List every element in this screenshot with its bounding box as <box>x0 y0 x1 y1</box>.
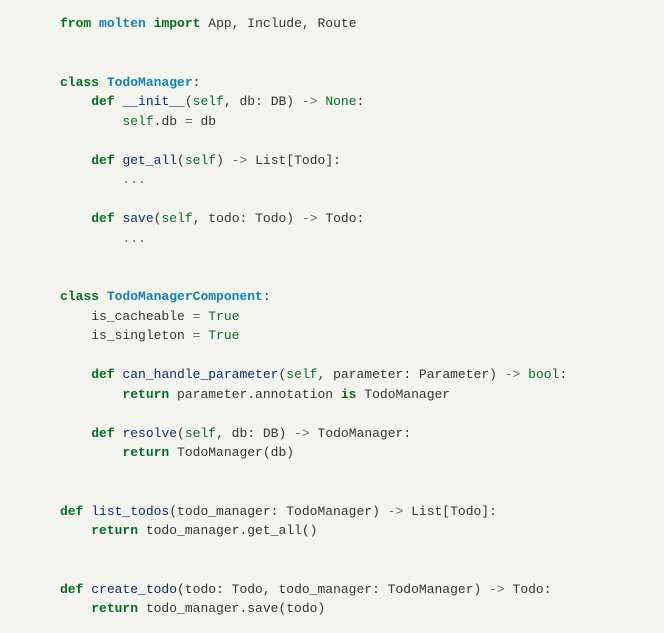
arrow: -> <box>294 94 325 109</box>
args: (todo: Todo, todo_manager: TodoManager) <box>177 582 481 597</box>
keyword-def: def <box>91 211 114 226</box>
colon: : <box>544 582 552 597</box>
self-param: self <box>161 211 192 226</box>
arrow: -> <box>224 153 255 168</box>
colon: : <box>559 367 567 382</box>
paren: ( <box>177 153 185 168</box>
function-name: resolve <box>122 426 177 441</box>
equals: = <box>185 114 193 129</box>
return-type: None <box>325 94 356 109</box>
function-name: create_todo <box>91 582 177 597</box>
colon: : <box>357 211 365 226</box>
function-name: __init__ <box>122 94 184 109</box>
self-param: self <box>185 426 216 441</box>
colon: : <box>403 426 411 441</box>
return-type: List[Todo] <box>255 153 333 168</box>
return-type: Todo <box>325 211 356 226</box>
var-name: is_singleton <box>91 328 192 343</box>
ellipsis: ... <box>122 172 145 187</box>
args: , db: DB) <box>224 94 294 109</box>
keyword-class: class <box>60 75 99 90</box>
args: , db: DB) <box>216 426 286 441</box>
bool-val: True <box>200 309 239 324</box>
ellipsis: ... <box>122 231 145 246</box>
keyword-is: is <box>341 387 357 402</box>
keyword-class: class <box>60 289 99 304</box>
import-names: App, Include, Route <box>208 16 356 31</box>
keyword-def: def <box>91 426 114 441</box>
paren: ( <box>177 426 185 441</box>
colon: : <box>357 94 365 109</box>
class-name: TodoManagerComponent <box>107 289 263 304</box>
module-name: molten <box>99 16 146 31</box>
code-block: from molten import App, Include, Route c… <box>0 0 664 633</box>
arrow: -> <box>286 426 317 441</box>
keyword-def: def <box>60 582 83 597</box>
paren: ( <box>185 94 193 109</box>
attr: .db <box>154 114 185 129</box>
return-type: Todo <box>513 582 544 597</box>
self-param: self <box>185 153 216 168</box>
arrow: -> <box>497 367 528 382</box>
colon: : <box>333 153 341 168</box>
arrow: -> <box>380 504 411 519</box>
keyword-def: def <box>60 504 83 519</box>
colon: : <box>263 289 271 304</box>
var-name: is_cacheable <box>91 309 192 324</box>
paren: ) <box>216 153 224 168</box>
keyword-return: return <box>122 387 169 402</box>
function-name: get_all <box>122 153 177 168</box>
rhs: TodoManager <box>356 387 450 402</box>
self-param: self <box>193 94 224 109</box>
function-name: list_todos <box>91 504 169 519</box>
self-param: self <box>286 367 317 382</box>
args: , parameter: Parameter) <box>318 367 497 382</box>
args: , todo: Todo) <box>193 211 294 226</box>
function-name: save <box>122 211 153 226</box>
expr: todo_manager.save(todo) <box>138 601 325 616</box>
function-name: can_handle_parameter <box>122 367 278 382</box>
return-type: bool <box>528 367 559 382</box>
keyword-import: import <box>154 16 201 31</box>
bool-val: True <box>200 328 239 343</box>
keyword-def: def <box>91 367 114 382</box>
keyword-return: return <box>122 445 169 460</box>
colon: : <box>489 504 497 519</box>
expr: parameter.annotation <box>169 387 341 402</box>
args: (todo_manager: TodoManager) <box>169 504 380 519</box>
expr: TodoManager(db) <box>169 445 294 460</box>
arrow: -> <box>481 582 512 597</box>
keyword-def: def <box>91 94 114 109</box>
colon: : <box>193 75 201 90</box>
expr: todo_manager.get_all() <box>138 523 317 538</box>
arrow: -> <box>294 211 325 226</box>
keyword-return: return <box>91 523 138 538</box>
class-name: TodoManager <box>107 75 193 90</box>
rhs: db <box>193 114 216 129</box>
keyword-from: from <box>60 16 91 31</box>
self-ref: self <box>122 114 153 129</box>
keyword-def: def <box>91 153 114 168</box>
keyword-return: return <box>91 601 138 616</box>
return-type: TodoManager <box>318 426 404 441</box>
return-type: List[Todo] <box>411 504 489 519</box>
